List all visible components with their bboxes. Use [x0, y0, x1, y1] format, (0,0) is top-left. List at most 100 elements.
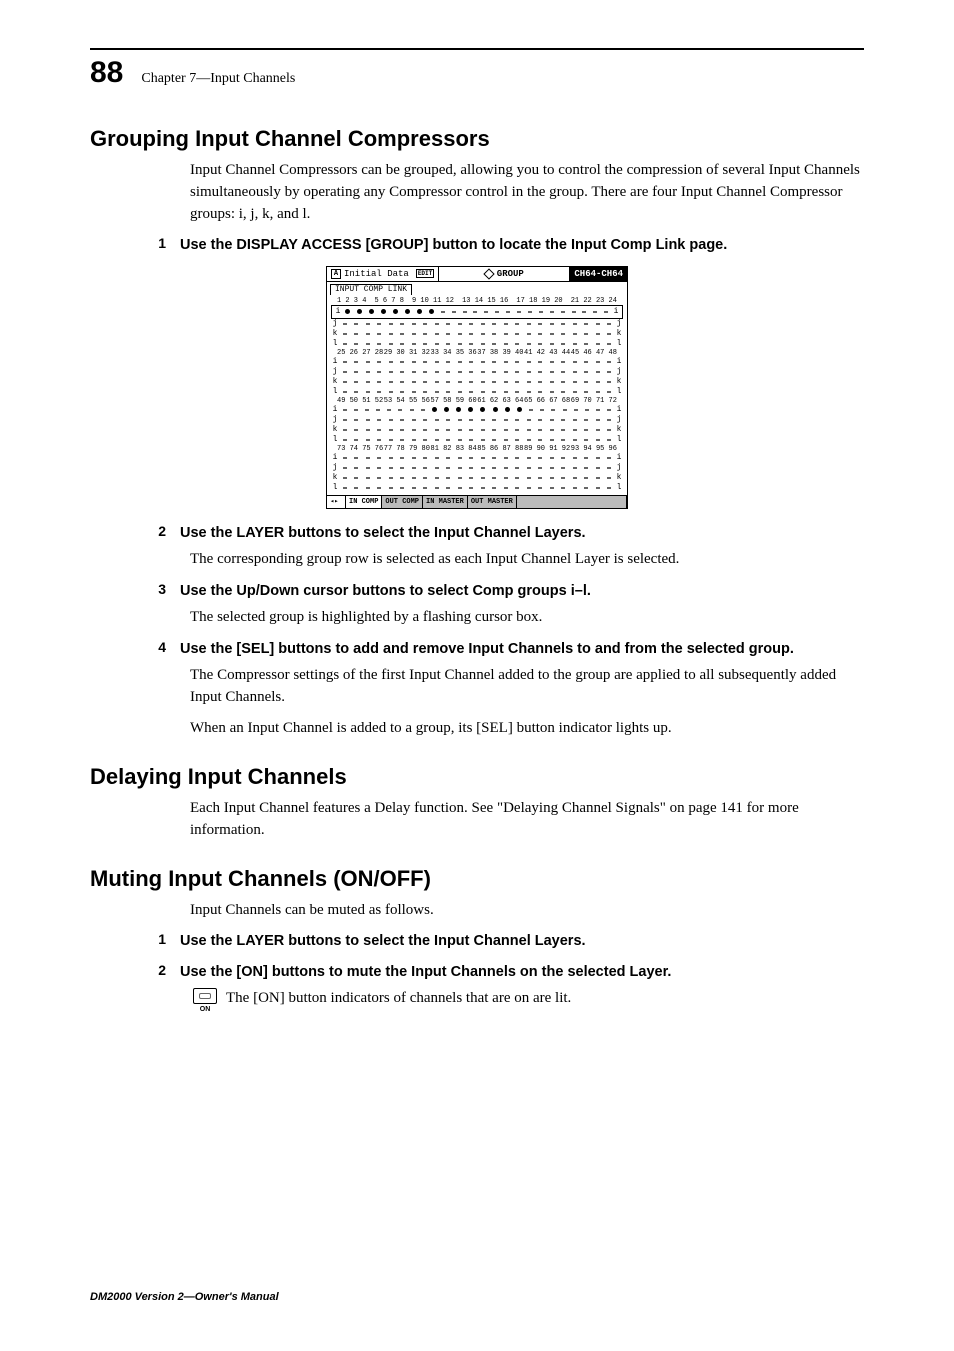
group-cell [573, 419, 577, 421]
group-cell [400, 419, 404, 421]
group-cell [481, 487, 485, 489]
group-cell [527, 323, 531, 325]
group-cell [377, 371, 381, 373]
group-cell [492, 457, 496, 459]
group-cell [573, 457, 577, 459]
group-row-label: j [331, 367, 339, 376]
group-cell [584, 391, 588, 393]
group-cell [354, 457, 358, 459]
group-cell [596, 381, 600, 383]
group-cell [435, 487, 439, 489]
group-cell [596, 391, 600, 393]
group-cell [435, 333, 439, 335]
channel-range-label: 17 18 19 20 [516, 297, 562, 305]
group-cell [377, 457, 381, 459]
channel-indicator: CH64-CH64 [570, 267, 627, 281]
group-cell [458, 371, 462, 373]
group-cell [540, 409, 544, 411]
group-cell [515, 381, 519, 383]
group-row-label: j [615, 319, 623, 328]
channel-range-label: 9 10 11 12 [412, 297, 454, 305]
group-cell [412, 371, 416, 373]
group-cell [400, 381, 404, 383]
group-cell [354, 467, 358, 469]
channel-range-label: 65 66 67 68 [524, 397, 570, 405]
group-cell [596, 439, 600, 441]
group-cell [446, 439, 450, 441]
group-cell [343, 371, 347, 373]
group-row-label: k [331, 329, 339, 338]
group-cell [607, 333, 611, 335]
group-cell [389, 391, 393, 393]
group-cell [458, 439, 462, 441]
group-cell [551, 409, 555, 411]
group-cell [400, 371, 404, 373]
channel-range-label: 5 6 7 8 [375, 297, 404, 305]
group-cell [596, 371, 600, 373]
channel-range-label: 93 94 95 96 [571, 445, 617, 453]
group-cell [366, 391, 370, 393]
section2-title: Delaying Input Channels [90, 764, 864, 790]
group-cell [561, 381, 565, 383]
group-cell [400, 343, 404, 345]
group-cell [468, 407, 473, 412]
group-cell [504, 439, 508, 441]
page-header: 88 Chapter 7—Input Channels [90, 56, 864, 90]
group-cell [504, 457, 508, 459]
group-cell [435, 419, 439, 421]
rhombus-icon [483, 268, 494, 279]
group-cell [412, 457, 416, 459]
group-cell [538, 381, 542, 383]
group-row-label: l [331, 435, 339, 444]
group-cell [423, 467, 427, 469]
group-cell [400, 487, 404, 489]
channel-range-label: 37 38 39 40 [477, 349, 523, 357]
group-cell [400, 391, 404, 393]
group-cell [607, 391, 611, 393]
group-cell [506, 311, 510, 313]
group-cell [400, 439, 404, 441]
group-cell [343, 439, 347, 441]
group-cell [446, 467, 450, 469]
channel-range-label: 53 54 55 56 [384, 397, 430, 405]
group-cell [584, 381, 588, 383]
group-cell [538, 467, 542, 469]
group-cell [505, 407, 510, 412]
group-cell [561, 477, 565, 479]
group-cell [377, 323, 381, 325]
group-cell [377, 419, 381, 421]
group-cell [400, 429, 404, 431]
edit-badge: EDIT [416, 269, 434, 278]
group-cell [584, 467, 588, 469]
group-cell [574, 409, 578, 411]
group-cell [469, 477, 473, 479]
group-cell [389, 343, 393, 345]
group-cell [458, 323, 462, 325]
group-cell [458, 361, 462, 363]
section2-body: Each Input Channel features a Delay func… [190, 798, 864, 842]
group-cell [492, 333, 496, 335]
group-cell [539, 311, 543, 313]
group-cell [389, 439, 393, 441]
group-cell [584, 457, 588, 459]
group-cell [469, 333, 473, 335]
group-cell [446, 477, 450, 479]
group-cell [412, 439, 416, 441]
group-cell [435, 391, 439, 393]
group-cell [493, 407, 498, 412]
group-cell [393, 309, 398, 314]
group-cell [469, 467, 473, 469]
group-cell [481, 457, 485, 459]
group-cell [481, 323, 485, 325]
group-cell [423, 429, 427, 431]
group-row-label: l [615, 435, 623, 444]
group-cell [504, 477, 508, 479]
group-cell [604, 311, 608, 313]
group-row-label: i [615, 405, 623, 414]
group-cell [446, 323, 450, 325]
group-cell [481, 429, 485, 431]
group-cell [527, 467, 531, 469]
group-cell [481, 361, 485, 363]
step-number: 4 [148, 639, 166, 655]
group-cell [596, 333, 600, 335]
